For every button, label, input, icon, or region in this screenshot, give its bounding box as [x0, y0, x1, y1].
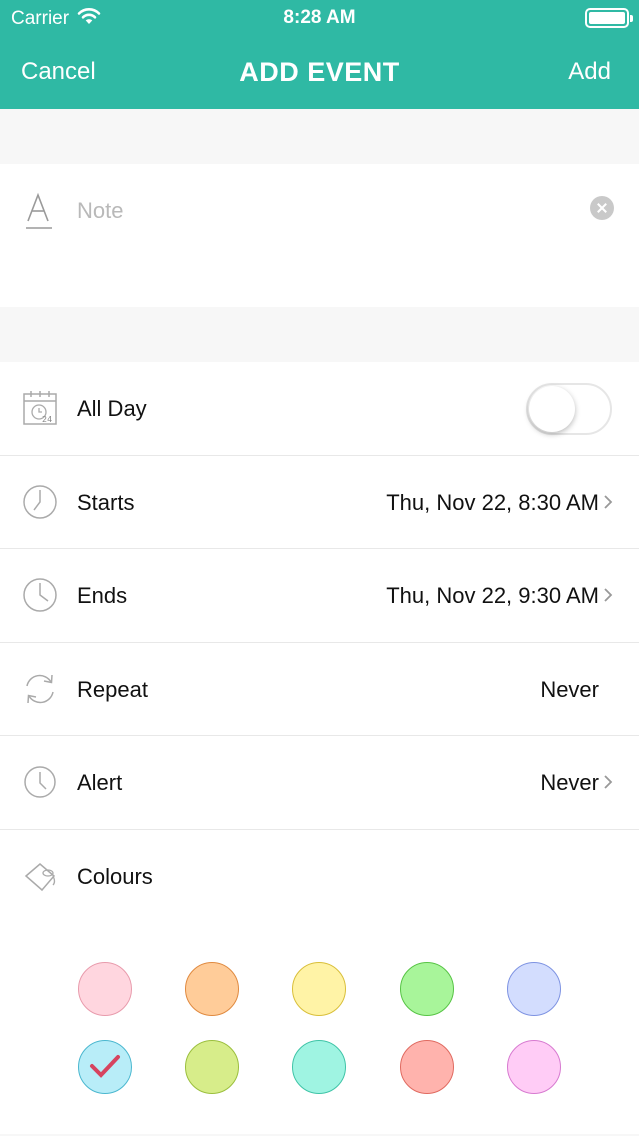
- checkmark-icon: [90, 1055, 120, 1078]
- repeat-value: Never: [540, 676, 599, 702]
- battery-tip: [630, 15, 633, 22]
- ends-label: Ends: [77, 583, 128, 608]
- colour-swatch[interactable]: [292, 962, 346, 1016]
- starts-row[interactable]: Starts Thu, Nov 22, 8:30 AM: [0, 456, 639, 549]
- starts-value: Thu, Nov 22, 8:30 AM: [386, 489, 599, 515]
- colour-swatch[interactable]: [185, 962, 239, 1016]
- header-bar: Carrier 8:28 AM Cancel ADD EVENT Add: [0, 0, 639, 109]
- battery-level: [589, 12, 625, 24]
- status-bar: Carrier 8:28 AM: [0, 0, 639, 36]
- note-input[interactable]: Note: [77, 198, 123, 224]
- clock-icon: [22, 577, 58, 613]
- colour-swatch[interactable]: [400, 962, 454, 1016]
- chevron-right-icon: [603, 587, 613, 603]
- colour-swatch[interactable]: [507, 1040, 561, 1094]
- clear-note-button[interactable]: [590, 196, 614, 220]
- note-section: Note: [0, 164, 639, 307]
- chevron-right-icon: [603, 774, 613, 790]
- colour-swatch[interactable]: [507, 962, 561, 1016]
- chevron-right-icon: [603, 494, 613, 510]
- alert-value: Never: [540, 770, 599, 795]
- colours-row: Colours: [0, 830, 639, 923]
- colour-swatch[interactable]: [292, 1040, 346, 1094]
- svg-text:24: 24: [42, 415, 52, 424]
- text-icon: [24, 192, 56, 232]
- all-day-row[interactable]: 24 All Day: [0, 362, 639, 456]
- alert-row[interactable]: Alert Never: [0, 736, 639, 830]
- event-settings-list: 24 All Day Starts Thu, Nov 22, 8:30 AM E: [0, 362, 639, 923]
- status-time: 8:28 AM: [283, 7, 356, 28]
- battery-icon: [585, 8, 633, 28]
- repeat-label: Repeat: [77, 676, 148, 702]
- starts-label: Starts: [77, 489, 135, 515]
- colours-label: Colours: [77, 863, 153, 889]
- ends-value: Thu, Nov 22, 9:30 AM: [386, 583, 599, 608]
- colour-swatch[interactable]: [185, 1040, 239, 1094]
- colour-swatch[interactable]: [78, 1040, 132, 1094]
- clock-icon: [22, 484, 58, 520]
- alert-label: Alert: [77, 770, 123, 795]
- all-day-label: All Day: [77, 396, 147, 421]
- calendar-24-icon: 24: [22, 390, 58, 426]
- colour-swatch[interactable]: [400, 1040, 454, 1094]
- repeat-icon: [22, 671, 58, 707]
- ends-row[interactable]: Ends Thu, Nov 22, 9:30 AM: [0, 549, 639, 643]
- colour-swatch[interactable]: [78, 962, 132, 1016]
- toggle-knob: [529, 386, 575, 432]
- colour-swatch-grid: [0, 922, 639, 1134]
- paint-bucket-icon: [22, 858, 58, 894]
- all-day-toggle[interactable]: [526, 383, 612, 435]
- page-title: ADD EVENT: [239, 57, 400, 87]
- repeat-row[interactable]: Repeat Never: [0, 643, 639, 736]
- add-button[interactable]: Add: [568, 58, 611, 86]
- alarm-icon: [22, 764, 58, 800]
